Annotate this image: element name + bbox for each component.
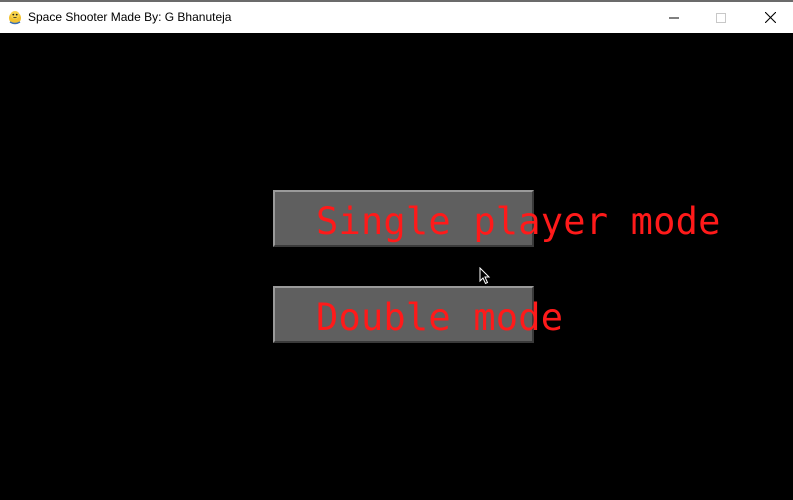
pygame-snake-icon xyxy=(9,11,21,25)
game-window: Space Shooter Made By: G Bhanuteja Singl… xyxy=(0,0,793,500)
mouse-cursor-icon xyxy=(479,267,491,285)
close-icon xyxy=(764,12,776,23)
minimize-icon xyxy=(669,17,679,18)
maximize-icon xyxy=(716,12,726,23)
single-player-mode-label[interactable]: Single player mode xyxy=(316,202,721,242)
close-button[interactable] xyxy=(747,2,793,33)
double-mode-label[interactable]: Double mode xyxy=(316,298,563,338)
maximize-button[interactable] xyxy=(698,2,744,33)
window-title: Space Shooter Made By: G Bhanuteja xyxy=(28,10,232,24)
title-bar[interactable]: Space Shooter Made By: G Bhanuteja xyxy=(0,0,793,33)
minimize-button[interactable] xyxy=(651,2,697,33)
game-canvas[interactable]: Single player mode Double mode xyxy=(0,33,793,500)
